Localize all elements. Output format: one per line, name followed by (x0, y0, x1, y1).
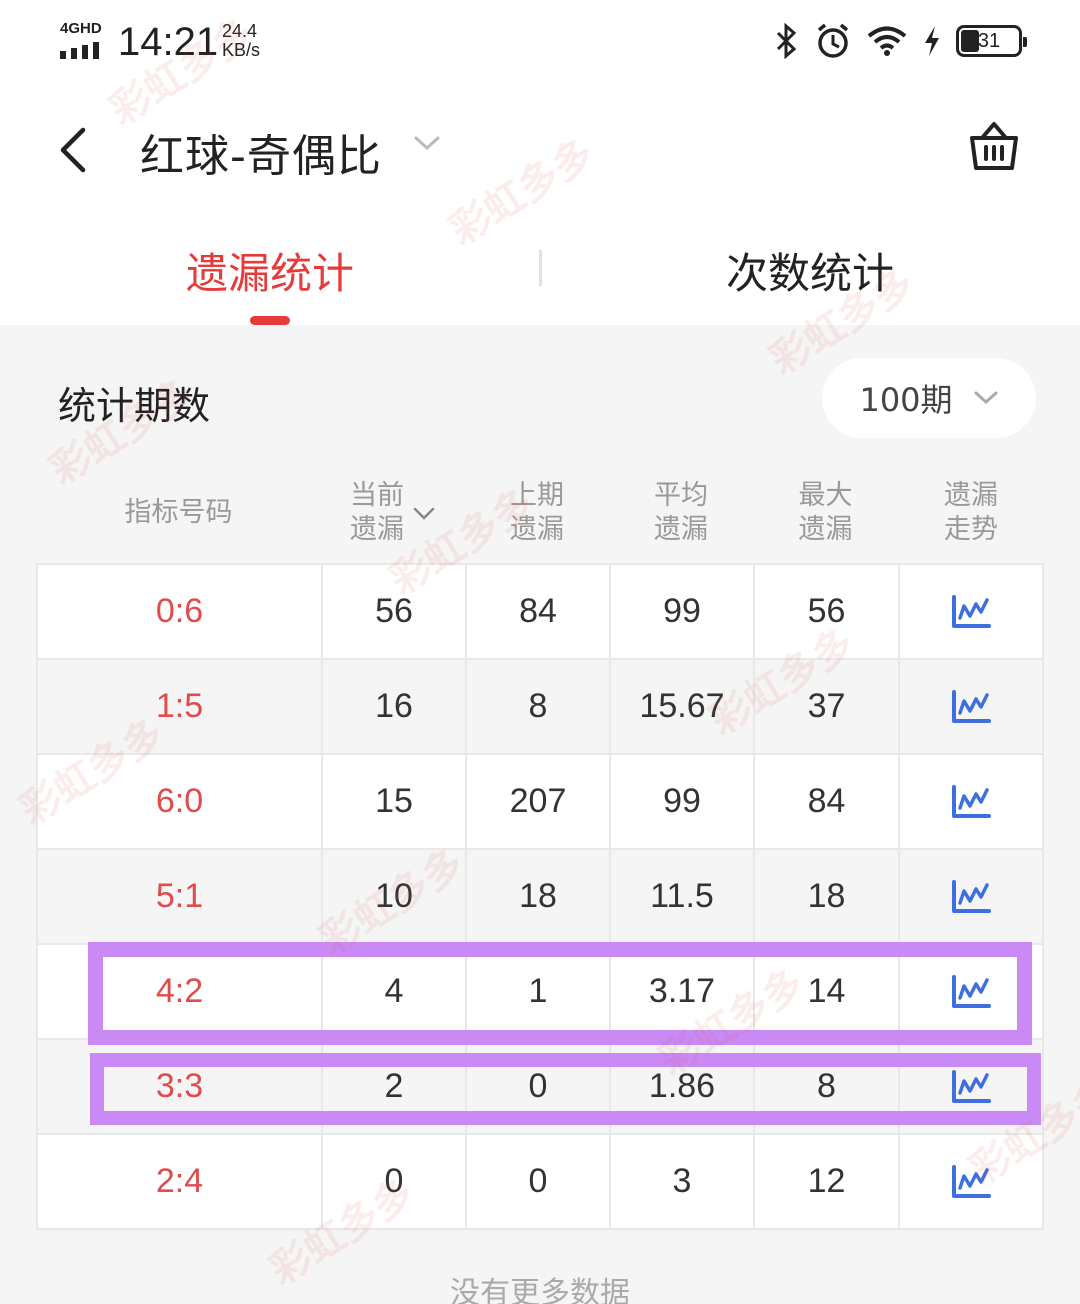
back-button[interactable] (42, 120, 102, 180)
tab-count-stats[interactable]: 次数统计 (540, 240, 1080, 301)
cell-current: 4 (323, 945, 467, 1038)
cell-last: 0 (467, 1040, 611, 1133)
net-speed: 24.4 KB/s (222, 21, 261, 60)
alarm-icon (817, 23, 849, 58)
basket-button[interactable] (968, 118, 1020, 178)
cell-current: 56 (323, 565, 467, 658)
tab-omission-stats[interactable]: 遗漏统计 (0, 240, 540, 301)
title-dropdown-button[interactable] (412, 133, 442, 157)
chevron-down-icon (414, 136, 440, 151)
cell-last: 18 (467, 850, 611, 943)
active-tab-indicator (250, 316, 290, 325)
signal-icon (60, 42, 99, 59)
table-body: 0:6 56 84 99 56 1:5 16 8 15.67 37 6:0 15… (36, 563, 1044, 1230)
cell-max: 56 (755, 565, 900, 658)
page-title[interactable]: 红球-奇偶比 (140, 120, 382, 184)
cell-avg: 3 (611, 1135, 755, 1228)
sort-chevron-icon (413, 507, 435, 520)
header-current-omission[interactable]: 当前 遗漏 (321, 463, 465, 563)
header-last-omission: 上期 遗漏 (510, 480, 564, 545)
cell-code: 6:0 (38, 755, 323, 848)
cell-max: 84 (755, 755, 900, 848)
trend-chart-icon (952, 879, 991, 913)
cell-last: 1 (467, 945, 611, 1038)
trend-chart-icon (952, 594, 991, 628)
trend-button[interactable] (900, 1135, 1042, 1228)
charging-icon (925, 26, 939, 56)
wifi-icon (867, 26, 907, 56)
cell-current: 15 (323, 755, 467, 848)
cell-max: 12 (755, 1135, 900, 1228)
cell-current: 16 (323, 660, 467, 753)
cell-last: 0 (467, 1135, 611, 1228)
cell-avg: 99 (611, 565, 755, 658)
table-header: 指标号码 当前 遗漏 上期 遗漏 平均 遗漏 最大 遗漏 遗漏 走势 (36, 463, 1044, 563)
cell-last: 207 (467, 755, 611, 848)
header-omission-trend: 遗漏 走势 (944, 480, 998, 545)
cell-max: 18 (755, 850, 900, 943)
cell-avg: 11.5 (611, 850, 755, 943)
trend-button[interactable] (900, 945, 1042, 1038)
table-row[interactable]: 0:6 56 84 99 56 (38, 565, 1042, 660)
period-section: 统计期数 100期 (0, 325, 1080, 463)
trend-chart-icon (952, 784, 991, 818)
header-max-omission: 最大 遗漏 (798, 480, 853, 545)
trend-button[interactable] (900, 660, 1042, 753)
cell-code: 4:2 (38, 945, 323, 1038)
header-avg-omission: 平均 遗漏 (654, 480, 708, 545)
trend-chart-icon (952, 1164, 991, 1198)
trend-button[interactable] (900, 565, 1042, 658)
header-code: 指标号码 (124, 497, 233, 528)
table-row[interactable]: 3:3 2 0 1.86 8 (38, 1040, 1042, 1135)
cell-code: 5:1 (38, 850, 323, 943)
table-row[interactable]: 4:2 4 1 3.17 14 (38, 945, 1042, 1040)
cell-last: 8 (467, 660, 611, 753)
trend-chart-icon (952, 689, 991, 723)
cell-current: 0 (323, 1135, 467, 1228)
cell-code: 0:6 (38, 565, 323, 658)
cell-max: 14 (755, 945, 900, 1038)
cell-avg: 99 (611, 755, 755, 848)
cell-avg: 15.67 (611, 660, 755, 753)
basket-icon (970, 122, 1018, 170)
app-header: 红球-奇偶比 (0, 100, 1080, 200)
trend-chart-icon (952, 1069, 991, 1103)
cell-current: 2 (323, 1040, 467, 1133)
cell-last: 84 (467, 565, 611, 658)
period-dropdown[interactable]: 100期 (822, 358, 1036, 438)
table-row[interactable]: 1:5 16 8 15.67 37 (38, 660, 1042, 755)
back-arrow-icon (60, 127, 86, 173)
cell-avg: 1.86 (611, 1040, 755, 1133)
table-row[interactable]: 6:0 15 207 99 84 (38, 755, 1042, 850)
bluetooth-icon (776, 23, 797, 59)
cell-current: 10 (323, 850, 467, 943)
network-type: 4GHD (60, 20, 102, 37)
trend-button[interactable] (900, 850, 1042, 943)
battery-icon: 31 (956, 25, 1027, 57)
table-row[interactable]: 2:4 0 0 3 12 (38, 1135, 1042, 1230)
period-value: 100期 (859, 381, 953, 419)
tab-bar: 遗漏统计 次数统计 (0, 230, 1080, 325)
trend-chart-icon (952, 974, 991, 1008)
cell-code: 1:5 (38, 660, 323, 753)
period-label: 统计期数 (58, 384, 211, 428)
cell-max: 8 (755, 1040, 900, 1133)
omission-table: 指标号码 当前 遗漏 上期 遗漏 平均 遗漏 最大 遗漏 遗漏 走势 0:6 56 84 … (0, 463, 1080, 1304)
clock: 14:21 (118, 20, 219, 64)
no-more-data-text: 没有更多数据 (450, 1276, 630, 1304)
cell-max: 37 (755, 660, 900, 753)
trend-button[interactable] (900, 1040, 1042, 1133)
cell-avg: 3.17 (611, 945, 755, 1038)
status-bar: 4GHD 14:21 24.4 KB/s 31 (0, 0, 1080, 90)
chevron-down-icon (974, 391, 998, 405)
cell-code: 3:3 (38, 1040, 323, 1133)
trend-button[interactable] (900, 755, 1042, 848)
cell-code: 2:4 (38, 1135, 323, 1228)
table-row[interactable]: 5:1 10 18 11.5 18 (38, 850, 1042, 945)
